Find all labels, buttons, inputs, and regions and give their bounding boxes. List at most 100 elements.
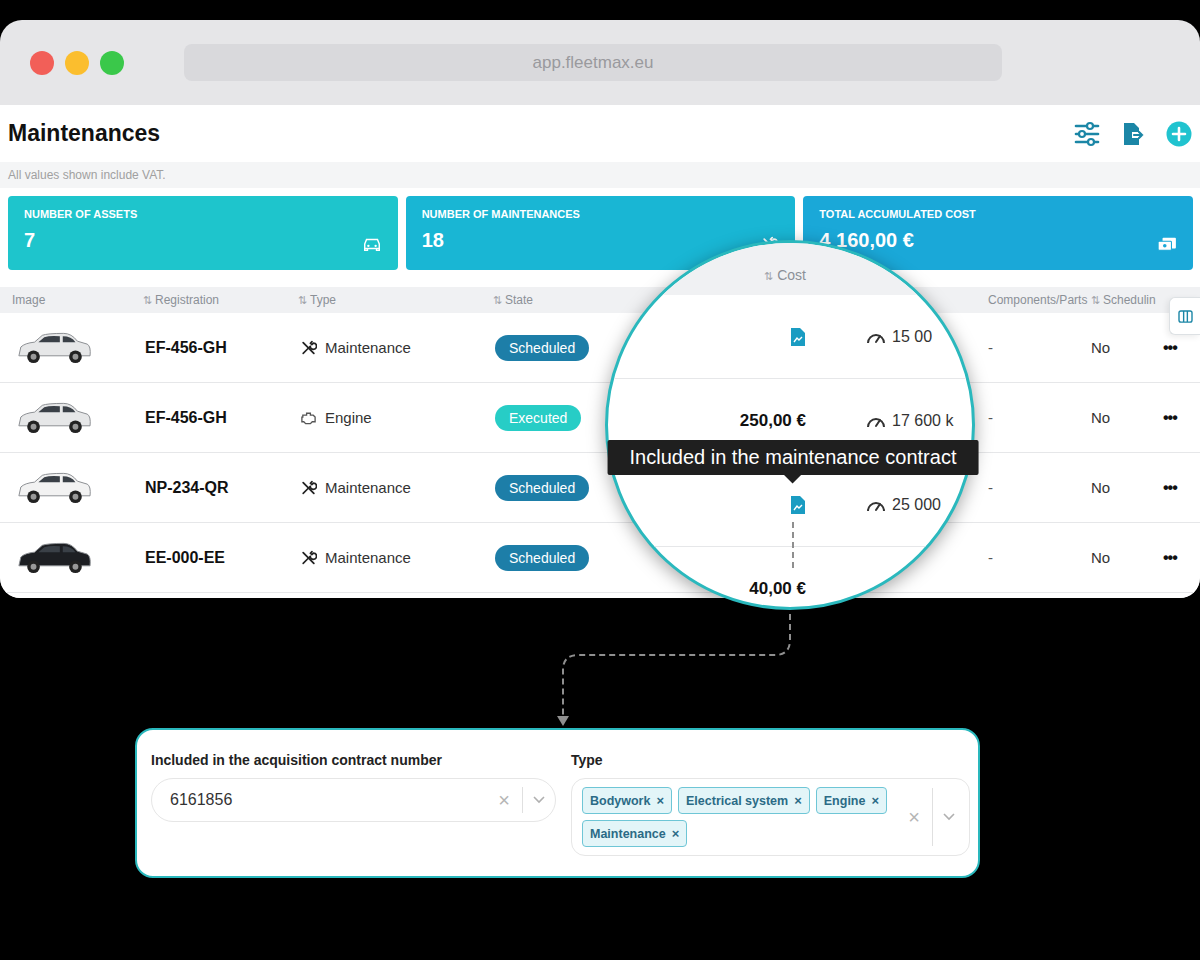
state-badge: Scheduled [495,475,589,501]
close-dot-icon[interactable] [30,51,54,75]
table-header: Image⇅Registration⇅Type⇅State Components/… [0,287,1200,313]
tools-icon [300,480,317,496]
magnified-row: 15 00 [608,295,972,379]
sort-icon[interactable]: ⇅ [1091,294,1100,307]
vat-note: All values shown include VAT. [0,162,1200,188]
scheduling-cell: No [1088,479,1163,496]
page-header: Maintenances [0,105,1200,162]
sort-icon[interactable]: ⇅ [143,294,152,307]
registration-cell: EE-000-EE [140,549,295,567]
browser-window: app.fleetmax.eu Maintenances All values sh… [0,20,1200,598]
tooltip: Included in the maintenance contract [608,440,979,475]
vehicle-image [0,328,140,368]
row-menu-button[interactable]: ••• [1163,339,1200,357]
odometer-icon [866,414,886,428]
state-badge: Scheduled [495,545,589,571]
sort-icon[interactable]: ⇅ [298,294,307,307]
filter-card: Included in the acquisition contract num… [135,728,980,878]
chevron-down-icon[interactable] [943,813,955,821]
remove-tag-button[interactable]: × [672,826,680,841]
car-icon [362,236,382,252]
columns-button[interactable] [1169,297,1200,335]
odometer-icon [866,330,886,344]
stat-value: 18 [422,229,580,252]
stat-cards: NUMBER OF ASSETS7NUMBER OF MAINTENANCES1… [0,188,1200,270]
column-header[interactable]: ⇅Registration [140,293,295,307]
export-icon[interactable] [1120,121,1146,147]
type-cell: Engine [295,409,490,426]
cost-cell: 250,00 € [688,411,806,431]
page-title: Maintenances [8,120,160,147]
type-tag: Electrical system× [678,787,810,814]
state-badge: Scheduled [495,335,589,361]
app-panel: Maintenances All values shown include VAT… [0,105,1200,598]
column-header[interactable]: ⇅Type [295,293,490,307]
registration-cell: EF-456-GH [140,339,295,357]
remove-tag-button[interactable]: × [794,793,802,808]
contract-document-icon[interactable] [790,495,806,515]
cost-cell [688,495,806,515]
scheduling-cell: No [1088,549,1163,566]
state-cell: Scheduled [490,335,615,361]
row-menu-button[interactable]: ••• [1163,409,1200,427]
type-multiselect[interactable]: Bodywork×Electrical system×Engine×Mainte… [571,778,970,856]
state-badge: Executed [495,405,581,431]
row-menu-button[interactable]: ••• [1163,479,1200,497]
row-menu-button[interactable]: ••• [1163,549,1200,567]
cost-header[interactable]: ⇅ Cost [688,267,806,283]
magnifier: ⇅ Cost15 00250,00 €17 600 k25 00040,00 € [605,240,975,610]
tag-list: Bodywork×Electrical system×Engine×Mainte… [582,787,896,847]
field-label: Type [571,752,970,768]
table-row[interactable]: NP-234-QRMaintenanceScheduled-No••• [0,453,1200,523]
stat-label: TOTAL ACCUMULATED COST [819,208,975,220]
table-row[interactable]: EF-456-GHMaintenanceScheduled-No••• [0,313,1200,383]
tools-icon [300,550,317,566]
state-cell: Scheduled [490,545,615,571]
odometer-icon [866,498,886,512]
stat-card: NUMBER OF ASSETS7 [8,196,398,270]
cost-cell [688,327,806,347]
table-row[interactable]: EF-456-GHEngineExecuted-No••• [0,383,1200,453]
column-header[interactable]: ⇅Schedulin [1088,293,1163,307]
filter-sliders-icon[interactable] [1074,121,1100,147]
contract-document-icon[interactable] [790,327,806,347]
column-header: Image [0,293,140,307]
address-bar[interactable]: app.fleetmax.eu [184,44,1002,81]
vehicle-image [0,468,140,508]
contract-select[interactable]: 6161856× [151,778,556,822]
mileage-cell: 17 600 k [866,412,972,430]
columns-icon [1178,310,1193,323]
remove-tag-button[interactable]: × [871,793,879,808]
table-row[interactable]: EE-000-EEMaintenanceScheduled-No••• [0,523,1200,593]
browser-toolbar: app.fleetmax.eu [0,20,1200,105]
tools-icon [300,340,317,356]
vehicle-photo-icon [15,468,93,508]
sort-icon[interactable]: ⇅ [493,294,502,307]
field-label: Included in the acquisition contract num… [151,752,556,768]
components-cell: - [985,549,1088,566]
maintenances-table: Image⇅Registration⇅Type⇅State Components/… [0,287,1200,593]
maximize-dot-icon[interactable] [100,51,124,75]
registration-cell: NP-234-QR [140,479,295,497]
components-cell: - [985,339,1088,356]
vehicle-photo-icon [15,538,93,578]
connector-arrow-icon [0,0,1200,960]
vehicle-photo-icon [15,328,93,368]
components-cell: - [985,409,1088,426]
type-filter: Type Bodywork×Electrical system×Engine×Ma… [571,752,970,860]
add-icon[interactable] [1166,121,1192,147]
minimize-dot-icon[interactable] [65,51,89,75]
column-header: Components/Parts [985,293,1088,307]
contract-filter: Included in the acquisition contract num… [151,752,556,860]
window-controls [30,51,124,75]
header-actions [1074,121,1192,147]
type-cell: Maintenance [295,479,490,496]
remove-tag-button[interactable]: × [656,793,664,808]
type-tag: Engine× [816,787,887,814]
clear-button[interactable]: × [896,806,932,829]
clear-button[interactable]: × [486,789,522,812]
column-header[interactable]: ⇅State [490,293,615,307]
chevron-down-icon[interactable] [533,796,545,804]
page: app.fleetmax.eu Maintenances All values sh… [0,0,1200,960]
cash-icon [1157,236,1177,252]
